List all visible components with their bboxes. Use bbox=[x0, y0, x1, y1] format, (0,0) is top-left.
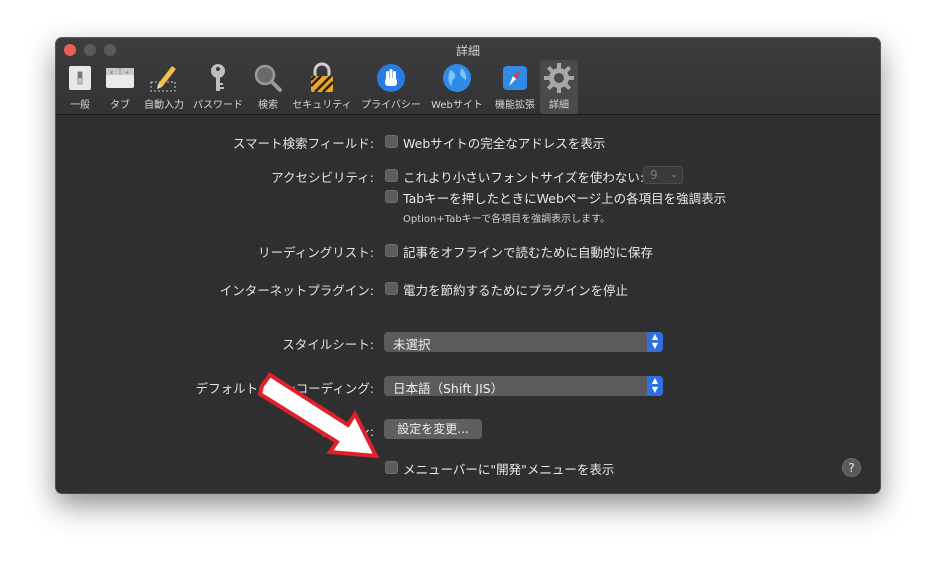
help-button[interactable]: ? bbox=[842, 458, 861, 477]
default-encoding-label: デフォルトのエンコーディング: bbox=[195, 381, 374, 396]
tab-passwords[interactable]: パスワード bbox=[190, 60, 246, 114]
autofill-pencil-icon bbox=[150, 66, 176, 92]
save-articles-offline-text: 記事をオフラインで読むために自動的に保存 bbox=[403, 245, 654, 260]
font-size-select[interactable]: 9 ⌄ bbox=[643, 166, 683, 184]
tab-highlight-text: Tabキーを押したときにWebページ上の各項目を強調表示 bbox=[403, 191, 727, 206]
encoding-popup[interactable]: 日本語（Shift JIS） ▲ ▼ bbox=[384, 376, 663, 396]
tab-tabs-label: タブ bbox=[110, 100, 130, 111]
tab-search-label: 検索 bbox=[258, 100, 278, 111]
chevron-down-icon: ⌄ bbox=[670, 170, 678, 180]
tab-websites[interactable]: Webサイト bbox=[427, 60, 487, 114]
encoding-value: 日本語（Shift JIS） bbox=[393, 381, 504, 396]
reading-list-label: リーディングリスト: bbox=[258, 245, 374, 260]
tab-extensions[interactable]: 機能拡張 bbox=[490, 60, 540, 114]
tab-general-label: 一般 bbox=[70, 100, 90, 111]
tab-advanced[interactable]: 詳細 bbox=[540, 60, 578, 114]
stop-plugins-checkbox[interactable] bbox=[385, 282, 398, 295]
min-font-size-checkbox[interactable] bbox=[385, 169, 398, 182]
window-title: 詳細 bbox=[455, 44, 480, 58]
tab-security-label: セキュリティ bbox=[292, 100, 352, 111]
svg-text:x: x bbox=[110, 70, 113, 76]
preferences-window: 詳細 一般 x + タブ 自動入力 パスワード 検索 セキュリティ プライバシー… bbox=[56, 38, 880, 493]
tab-passwords-label: パスワード bbox=[193, 100, 243, 111]
change-settings-button[interactable]: 設定を変更... bbox=[384, 419, 482, 439]
tab-autofill[interactable]: 自動入力 bbox=[142, 60, 186, 114]
show-develop-menu-text: メニューバーに"開発"メニューを表示 bbox=[403, 462, 615, 477]
smart-search-label: スマート検索フィールド: bbox=[232, 136, 374, 151]
svg-text:+: + bbox=[125, 70, 129, 76]
accessibility-label: アクセシビリティ: bbox=[271, 170, 374, 185]
hand-icon bbox=[377, 64, 405, 92]
stylesheet-label: スタイルシート: bbox=[282, 337, 374, 352]
tab-websites-label: Webサイト bbox=[431, 100, 483, 111]
tab-advanced-label: 詳細 bbox=[549, 100, 569, 111]
show-full-address-checkbox[interactable] bbox=[385, 135, 398, 148]
popup-stepper-icon: ▲ ▼ bbox=[647, 332, 663, 352]
tabs-icon: x + bbox=[106, 68, 134, 88]
tab-privacy[interactable]: プライバシー bbox=[358, 60, 424, 114]
min-font-size-text: これより小さいフォントサイズを使わない: bbox=[403, 170, 645, 185]
key-icon bbox=[211, 64, 225, 91]
lock-icon bbox=[310, 62, 334, 93]
tab-security[interactable]: セキュリティ bbox=[289, 60, 355, 114]
gear-icon bbox=[544, 63, 574, 93]
tab-tabs[interactable]: x + タブ bbox=[100, 60, 140, 114]
stop-plugins-text: 電力を節約するためにプラグインを停止 bbox=[403, 283, 629, 298]
tab-autofill-label: 自動入力 bbox=[144, 100, 184, 111]
tab-highlight-note: Option+Tabキーで各項目を強調表示します。 bbox=[403, 214, 611, 225]
popup-stepper-icon: ▲ ▼ bbox=[647, 376, 663, 396]
advanced-settings-pane: スマート検索フィールド: Webサイトの完全なアドレスを表示 アクセシビリティ:… bbox=[56, 115, 880, 493]
tab-extensions-label: 機能拡張 bbox=[495, 100, 535, 111]
save-articles-offline-checkbox[interactable] bbox=[385, 244, 398, 257]
extensions-compass-icon bbox=[503, 66, 527, 90]
stylesheet-popup[interactable]: 未選択 ▲ ▼ bbox=[384, 332, 663, 352]
titlebar: 詳細 一般 x + タブ 自動入力 パスワード 検索 セキュリティ プライバシー… bbox=[56, 38, 880, 115]
magnifier-icon bbox=[254, 64, 282, 92]
proxies-label: プロキシ: bbox=[319, 424, 374, 439]
stylesheet-value: 未選択 bbox=[393, 337, 431, 352]
show-develop-menu-checkbox[interactable] bbox=[385, 461, 398, 474]
internet-plugins-label: インターネットプラグイン: bbox=[219, 283, 374, 298]
tab-general[interactable]: 一般 bbox=[60, 60, 100, 114]
show-full-address-text: Webサイトの完全なアドレスを表示 bbox=[403, 136, 606, 151]
globe-icon bbox=[443, 64, 471, 92]
tab-privacy-label: プライバシー bbox=[361, 100, 421, 111]
tab-search[interactable]: 検索 bbox=[248, 60, 288, 114]
tab-highlight-checkbox[interactable] bbox=[385, 190, 398, 203]
font-size-value: 9 bbox=[650, 168, 658, 182]
general-switch-icon bbox=[69, 66, 91, 90]
